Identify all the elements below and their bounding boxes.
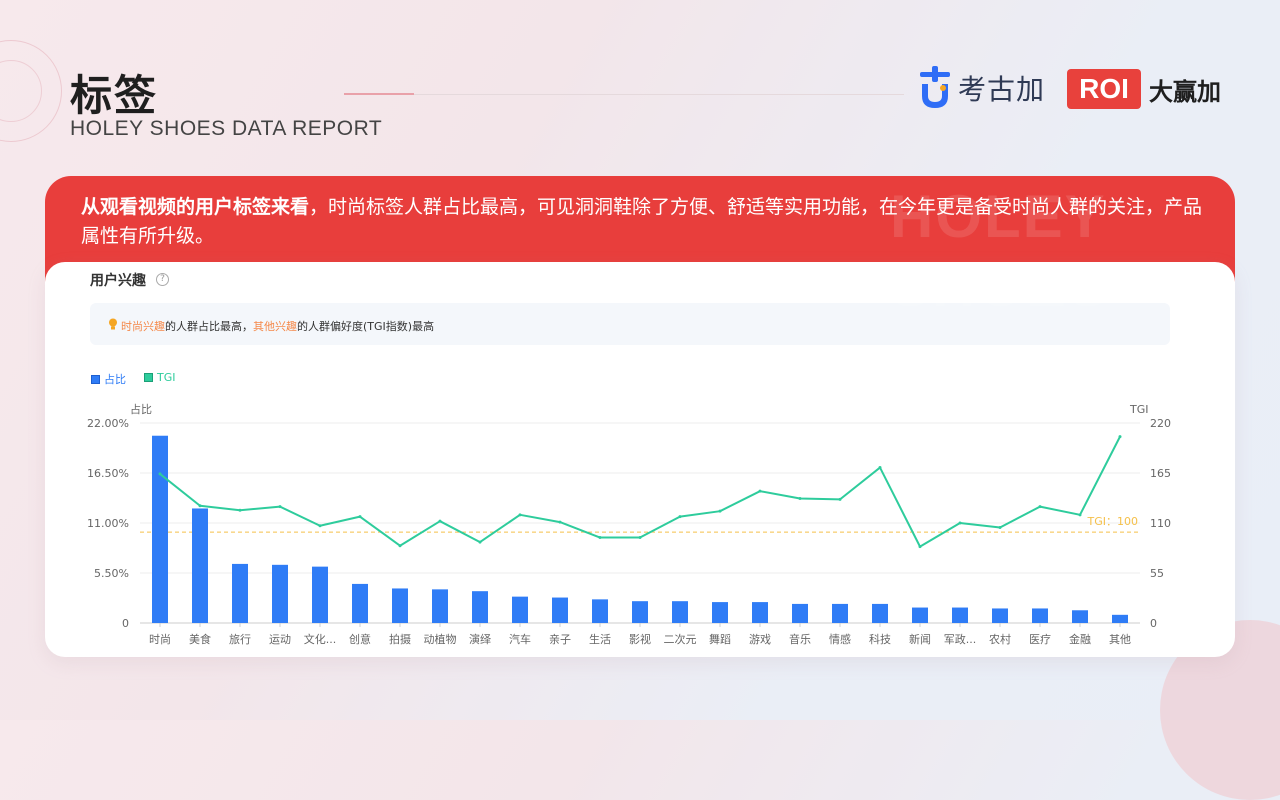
share-bar (912, 607, 928, 623)
share-bar (752, 602, 768, 623)
y-right-tick-label: 220 (1150, 417, 1171, 430)
x-tick-label: 汽车 (509, 632, 531, 646)
x-tick-label: 运动 (269, 633, 291, 646)
tgi-point (678, 515, 682, 519)
y-left-tick-label: 16.50% (87, 467, 129, 480)
share-bar (432, 589, 448, 623)
tgi-point (558, 520, 562, 524)
x-tick-label: 农村 (989, 632, 1011, 646)
share-bar (1112, 614, 1128, 623)
share-bar (712, 602, 728, 623)
x-tick-label: 科技 (869, 632, 891, 646)
x-tick-label: 二次元 (664, 632, 697, 646)
share-bar (832, 603, 848, 623)
share-bar (352, 583, 368, 623)
tgi-point (278, 505, 282, 509)
tgi-point (758, 489, 762, 493)
share-bar (992, 608, 1008, 623)
tgi-point (318, 524, 322, 528)
tgi-point (598, 536, 602, 540)
x-tick-label: 文化... (304, 632, 337, 646)
y-right-axis-title: TGI (1129, 403, 1149, 416)
y-left-axis-title: 占比 (130, 402, 152, 416)
tgi-point (398, 544, 402, 548)
share-bar (392, 588, 408, 623)
x-tick-label: 亲子 (549, 632, 571, 646)
x-tick-label: 影视 (629, 632, 651, 646)
interest-chart: TGI：100 0 5.50% 11.00% 16.50% 22.00% 0 55 110 16… (87, 402, 1171, 646)
x-tick-label: 生活 (589, 632, 611, 646)
x-tick-label: 音乐 (789, 632, 811, 646)
x-tick-label: 舞蹈 (709, 633, 731, 646)
x-tick-label: 旅行 (229, 632, 251, 646)
tgi-point (198, 504, 202, 508)
summary-bold: 从观看视频的用户标签来看 (81, 196, 310, 218)
tgi-point (798, 496, 802, 500)
tgi-point (638, 536, 642, 540)
tgi-point (358, 515, 362, 519)
x-tick-label: 新闻 (909, 632, 931, 646)
share-bar (472, 591, 488, 623)
share-bar (1032, 608, 1048, 623)
x-tick-label: 动植物 (424, 632, 457, 646)
share-bar (512, 596, 528, 623)
tgi-point (1078, 513, 1082, 517)
y-right-tick-label: 55 (1150, 567, 1164, 580)
tgi-point (438, 519, 442, 523)
share-bar (872, 603, 888, 623)
share-bar (272, 564, 288, 623)
tgi-point (1118, 435, 1122, 439)
tgi-point (878, 466, 882, 470)
summary-text: 从观看视频的用户标签来看，时尚标签人群占比最高，可见洞洞鞋除了方便、舒适等实用功… (81, 193, 1211, 251)
x-tick-label: 情感 (829, 633, 851, 646)
tgi-line (159, 436, 1121, 548)
x-tick-label: 演绎 (469, 632, 491, 646)
x-tick-label: 军政... (944, 632, 977, 646)
share-bar (1072, 610, 1088, 623)
y-right-tick-label: 0 (1150, 617, 1157, 630)
share-bar (952, 607, 968, 623)
tgi-point (838, 497, 842, 501)
x-tick-label: 拍摄 (389, 632, 411, 646)
y-left-tick-label: 0 (122, 617, 129, 630)
tgi-point (998, 526, 1002, 530)
y-left-tick-label: 5.50% (94, 567, 129, 580)
share-bar (312, 566, 328, 623)
x-tick-label: 时尚 (149, 632, 171, 646)
tgi-point (238, 508, 242, 512)
share-bar (192, 508, 208, 623)
share-bar (152, 435, 168, 623)
tgi-point (1038, 505, 1042, 509)
x-tick-label: 美食 (189, 632, 211, 646)
x-tick-label: 游戏 (749, 633, 771, 646)
tgi-point (958, 521, 962, 525)
share-bar (672, 601, 688, 623)
x-tick-label: 金融 (1069, 632, 1091, 646)
tgi-point (478, 540, 482, 544)
share-bar (792, 603, 808, 623)
share-bar (592, 599, 608, 623)
tgi-point (158, 472, 162, 476)
tgi-point (718, 509, 722, 513)
y-left-tick-label: 22.00% (87, 417, 129, 430)
share-bar (632, 601, 648, 623)
share-bar (552, 597, 568, 623)
tgi-reference-label: TGI：100 (1087, 515, 1138, 528)
y-right-tick-label: 110 (1150, 517, 1171, 530)
tgi-point (918, 545, 922, 549)
y-left-tick-label: 11.00% (87, 517, 129, 530)
x-tick-label: 其他 (1109, 633, 1131, 646)
y-right-tick-label: 165 (1150, 467, 1171, 480)
share-bar (232, 563, 248, 623)
x-tick-label: 创意 (349, 632, 371, 646)
tgi-point (518, 513, 522, 517)
x-tick-label: 医疗 (1029, 632, 1051, 646)
